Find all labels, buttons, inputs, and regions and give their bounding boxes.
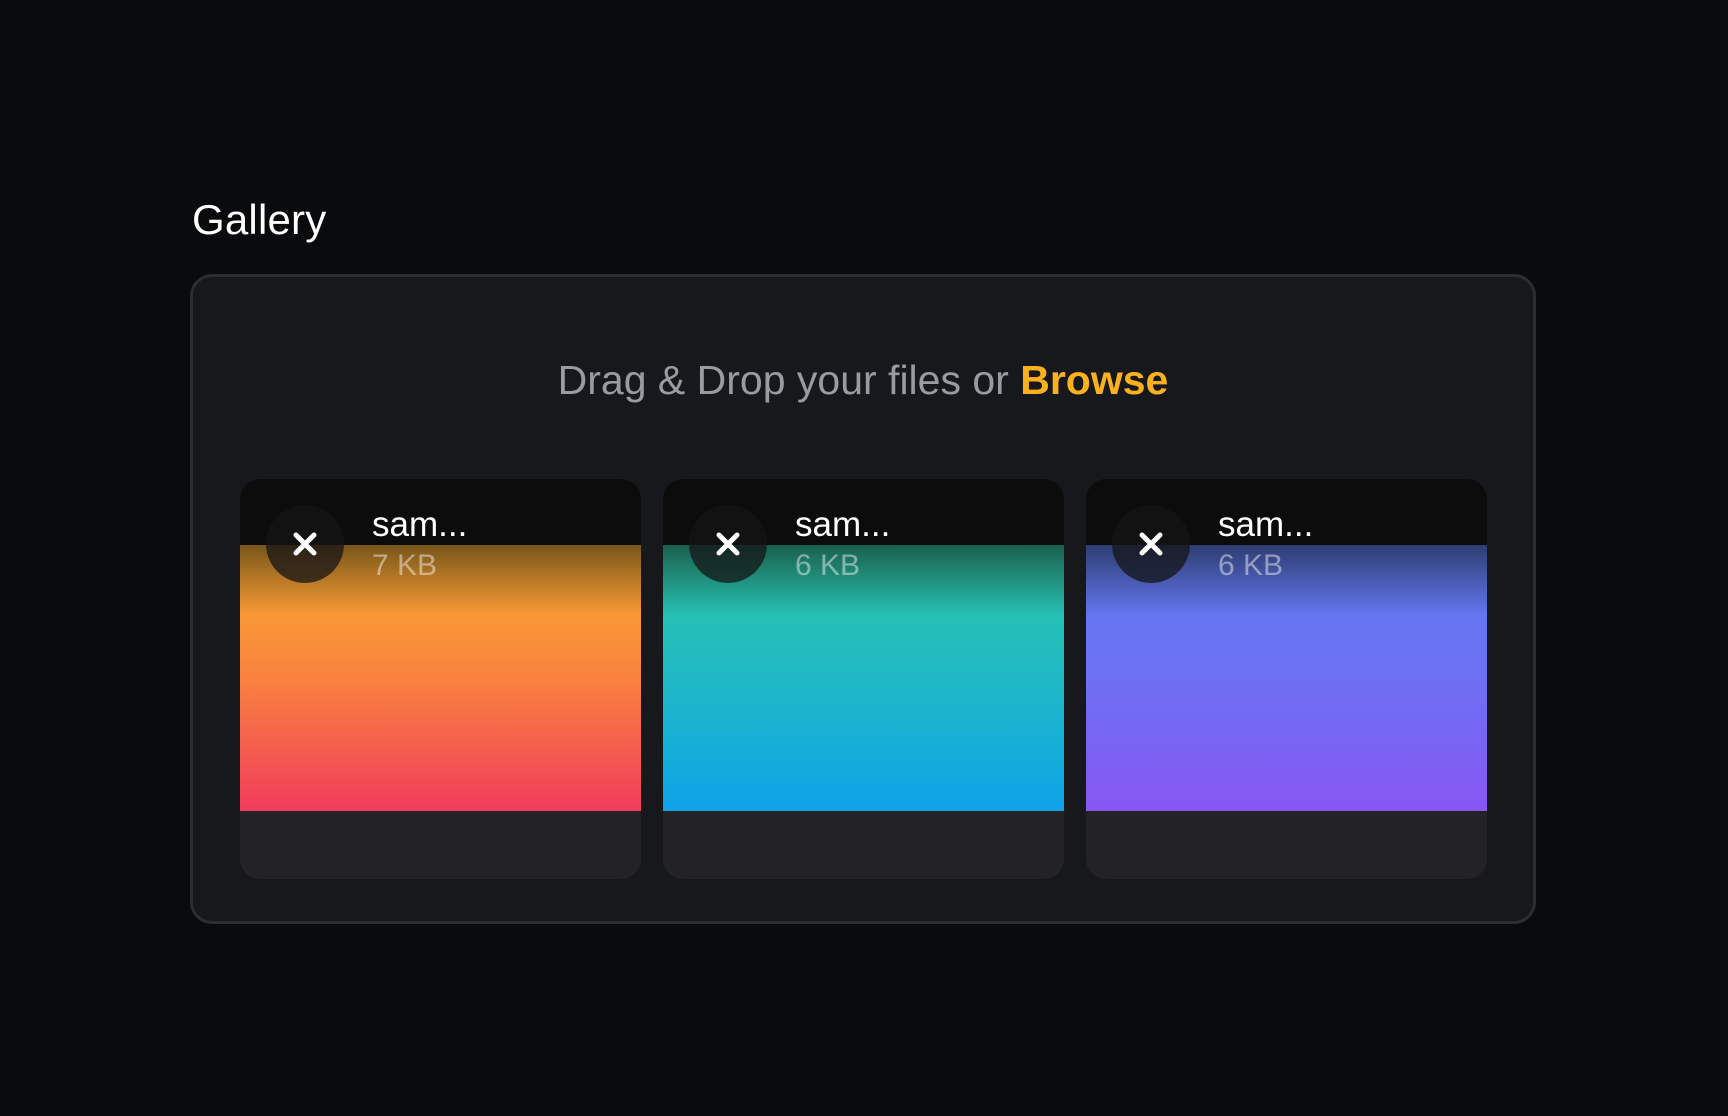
browse-link[interactable]: Browse: [1020, 357, 1168, 403]
drop-instructions: Drag & Drop your files or Browse: [193, 357, 1533, 404]
close-icon: [1139, 532, 1163, 556]
drop-prompt: Drag & Drop your files or: [557, 357, 1021, 403]
remove-file-button[interactable]: [1112, 505, 1190, 583]
close-icon: [293, 532, 317, 556]
close-icon: [716, 532, 740, 556]
file-card: sam... 6 KB: [663, 479, 1064, 879]
file-size: 7 KB: [372, 549, 438, 582]
file-name: sam...: [372, 505, 468, 544]
file-card: sam... 7 KB: [240, 479, 641, 879]
file-dropzone[interactable]: Drag & Drop your files or Browse sam... …: [190, 274, 1536, 924]
gallery-label: Gallery: [192, 196, 327, 243]
file-preview-image: [240, 545, 641, 811]
remove-file-button[interactable]: [266, 505, 344, 583]
file-name: sam...: [1218, 505, 1314, 544]
file-preview-image: [663, 545, 1064, 811]
file-name: sam...: [795, 505, 891, 544]
remove-file-button[interactable]: [689, 505, 767, 583]
file-card: sam... 6 KB: [1086, 479, 1487, 879]
file-size: 6 KB: [795, 549, 861, 582]
file-size: 6 KB: [1218, 549, 1284, 582]
file-preview-image: [1086, 545, 1487, 811]
